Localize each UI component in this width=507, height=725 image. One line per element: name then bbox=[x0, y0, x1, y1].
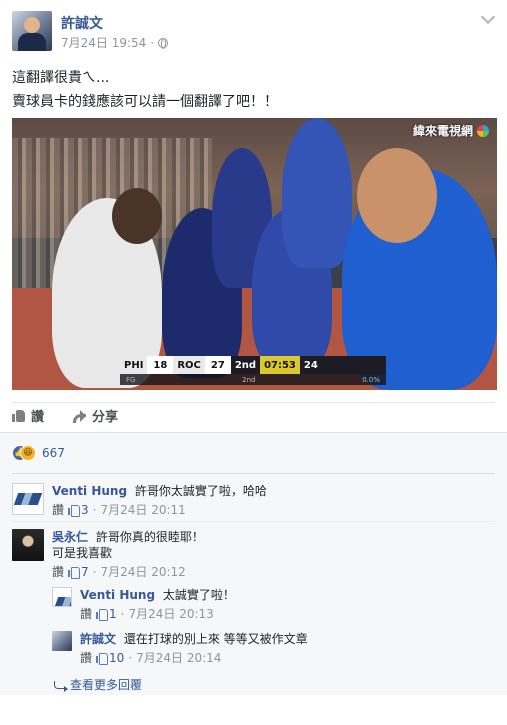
photo-player bbox=[282, 118, 352, 268]
reply-like-count[interactable]: 10 bbox=[96, 650, 124, 666]
reply-time[interactable]: 7月24日 20:13 bbox=[128, 606, 213, 622]
scoreboard-team2: ROC bbox=[173, 356, 205, 374]
substat-left: FG bbox=[126, 375, 136, 384]
footer-separator: · bbox=[92, 565, 97, 579]
comments-area: 👍 😆 667 Venti Hung 許哥你太誠實了啦，哈哈 讚 3 bbox=[0, 432, 507, 695]
post-photo[interactable]: 緯來電視網 PHI 18 ROC 27 2nd 07:53 24 FG 2nd … bbox=[12, 118, 497, 390]
footer-separator: · bbox=[120, 607, 125, 621]
reply-body: Venti Hung 太誠實了啦！ 讚 1 · 7月24日 20:13 bbox=[80, 587, 235, 622]
comment-likes: 7 bbox=[81, 565, 89, 579]
reply-footer: 讚 10 · 7月24日 20:14 bbox=[80, 650, 308, 666]
chevron-down-icon[interactable] bbox=[480, 9, 496, 25]
share-arrow-icon bbox=[72, 409, 87, 423]
reply-likes: 1 bbox=[109, 607, 117, 621]
photo-player bbox=[112, 188, 162, 244]
scoreboard: PHI 18 ROC 27 2nd 07:53 24 bbox=[120, 356, 386, 374]
commenter-name[interactable]: Venti Hung bbox=[52, 484, 127, 498]
thumbs-up-icon bbox=[68, 505, 81, 517]
comment-like-count[interactable]: 3 bbox=[68, 502, 89, 518]
reply-like-button[interactable]: 讚 bbox=[80, 650, 92, 666]
comment: 吳永仁 許哥你真的很睦耶！ 可是我喜歡 讚 7 · 7月24日 20:12 bbox=[12, 529, 204, 580]
author-avatar[interactable] bbox=[12, 11, 52, 51]
channel-logo-icon bbox=[477, 124, 489, 137]
post-meta: 7月24日 19:54 · bbox=[61, 34, 169, 51]
replier-avatar[interactable] bbox=[52, 587, 72, 607]
reply-arrow-icon bbox=[54, 680, 68, 692]
share-label: 分享 bbox=[92, 410, 119, 425]
post-date[interactable]: 7月24日 19:54 bbox=[61, 34, 146, 51]
thumbs-up-icon bbox=[96, 609, 109, 621]
scoreboard-team1: PHI bbox=[120, 356, 148, 374]
meta-separator: · bbox=[150, 35, 155, 50]
photo-coach-head bbox=[357, 148, 437, 243]
scoreboard-shot-clock: 24 bbox=[303, 359, 318, 371]
reaction-count: 667 bbox=[42, 446, 65, 460]
haha-reaction-icon: 😆 bbox=[20, 445, 36, 461]
avatar-shirt bbox=[18, 33, 46, 51]
author-name[interactable]: 許誠文 bbox=[61, 13, 103, 33]
replier-avatar[interactable] bbox=[52, 631, 72, 651]
comment-likes: 3 bbox=[81, 503, 89, 517]
reply-like-button[interactable]: 讚 bbox=[80, 606, 92, 622]
reply-time[interactable]: 7月24日 20:14 bbox=[136, 650, 221, 666]
reaction-icons: 👍 😆 bbox=[12, 445, 36, 461]
comment-time[interactable]: 7月24日 20:11 bbox=[100, 502, 185, 518]
comment-text: 許哥你真的很睦耶！ bbox=[95, 530, 204, 544]
comment-footer: 讚 3 · 7月24日 20:11 bbox=[52, 502, 267, 518]
reply-likes: 10 bbox=[109, 651, 125, 665]
replier-name[interactable]: Venti Hung bbox=[80, 588, 155, 602]
comment: Venti Hung 許哥你太誠實了啦，哈哈 讚 3 · 7月24日 20:11 bbox=[12, 483, 267, 518]
reply-like-count[interactable]: 1 bbox=[96, 606, 117, 622]
more-replies-label: 查看更多回覆 bbox=[70, 678, 143, 692]
comment-like-count[interactable]: 7 bbox=[68, 564, 89, 580]
share-button[interactable]: 分享 bbox=[72, 406, 118, 425]
substat-mid: 2nd bbox=[242, 375, 256, 384]
comment-body: 吳永仁 許哥你真的很睦耶！ 可是我喜歡 讚 7 · 7月24日 20:12 bbox=[52, 529, 204, 580]
thumbs-up-icon bbox=[96, 653, 109, 665]
comment-like-button[interactable]: 讚 bbox=[52, 564, 64, 580]
globe-icon[interactable] bbox=[158, 37, 169, 49]
like-button[interactable]: 讚 bbox=[12, 406, 44, 425]
thumbs-up-icon bbox=[68, 567, 81, 579]
reply-text: 太誠實了啦！ bbox=[162, 588, 235, 602]
scoreboard-period: 2nd bbox=[234, 359, 257, 371]
view-more-replies-link[interactable]: 查看更多回覆 bbox=[54, 676, 142, 693]
divider bbox=[12, 473, 495, 474]
comment-time[interactable]: 7月24日 20:12 bbox=[100, 564, 185, 580]
thumbs-up-icon bbox=[12, 409, 25, 422]
action-row: 讚 分享 bbox=[12, 406, 118, 425]
like-label: 讚 bbox=[31, 410, 45, 425]
channel-logo: 緯來電視網 bbox=[413, 122, 489, 139]
footer-separator: · bbox=[128, 651, 133, 665]
reply-text: 還在打球的別上來 等等又被作文章 bbox=[123, 632, 308, 646]
scoreboard-substats: FG 2nd 0.0% bbox=[120, 374, 386, 385]
channel-logo-text: 緯來電視網 bbox=[412, 124, 473, 138]
divider bbox=[12, 402, 495, 403]
reactions-summary[interactable]: 👍 😆 667 bbox=[12, 445, 65, 461]
replier-name[interactable]: 許誠文 bbox=[80, 632, 116, 646]
comment-text-line2: 可是我喜歡 bbox=[52, 546, 113, 560]
scoreboard-score2: 27 bbox=[204, 356, 231, 374]
reply: Venti Hung 太誠實了啦！ 讚 1 · 7月24日 20:13 bbox=[52, 587, 235, 622]
commenter-avatar[interactable] bbox=[12, 483, 44, 515]
commenter-avatar[interactable] bbox=[12, 529, 44, 561]
reply-body: 許誠文 還在打球的別上來 等等又被作文章 讚 10 · 7月24日 20:14 bbox=[80, 631, 308, 666]
avatar-face bbox=[24, 17, 40, 33]
reply: 許誠文 還在打球的別上來 等等又被作文章 讚 10 · 7月24日 20:14 bbox=[52, 631, 308, 666]
substat-right: 0.0% bbox=[362, 375, 380, 384]
post-text-line: 賣球員卡的錢應該可以請一個翻譯了吧！！ bbox=[12, 94, 278, 110]
footer-separator: · bbox=[92, 503, 97, 517]
scoreboard-clock: 07:53 bbox=[260, 356, 300, 374]
comment-footer: 讚 7 · 7月24日 20:12 bbox=[52, 564, 204, 580]
post-text: 這翻譯很貴ㄟ... 賣球員卡的錢應該可以請一個翻譯了吧！！ bbox=[12, 66, 278, 114]
comment-body: Venti Hung 許哥你太誠實了啦，哈哈 讚 3 · 7月24日 20:11 bbox=[52, 483, 267, 518]
comment-text: 許哥你太誠實了啦，哈哈 bbox=[134, 484, 267, 498]
scoreboard-score1: 18 bbox=[147, 356, 174, 374]
reply-footer: 讚 1 · 7月24日 20:13 bbox=[80, 606, 235, 622]
facebook-post: 許誠文 7月24日 19:54 · 這翻譯很貴ㄟ... 賣球員卡的錢應該可以請一… bbox=[0, 0, 507, 725]
divider bbox=[12, 521, 495, 522]
comment-like-button[interactable]: 讚 bbox=[52, 502, 64, 518]
post-text-line: 這翻譯很貴ㄟ... bbox=[12, 70, 110, 86]
commenter-name[interactable]: 吳永仁 bbox=[52, 530, 88, 544]
